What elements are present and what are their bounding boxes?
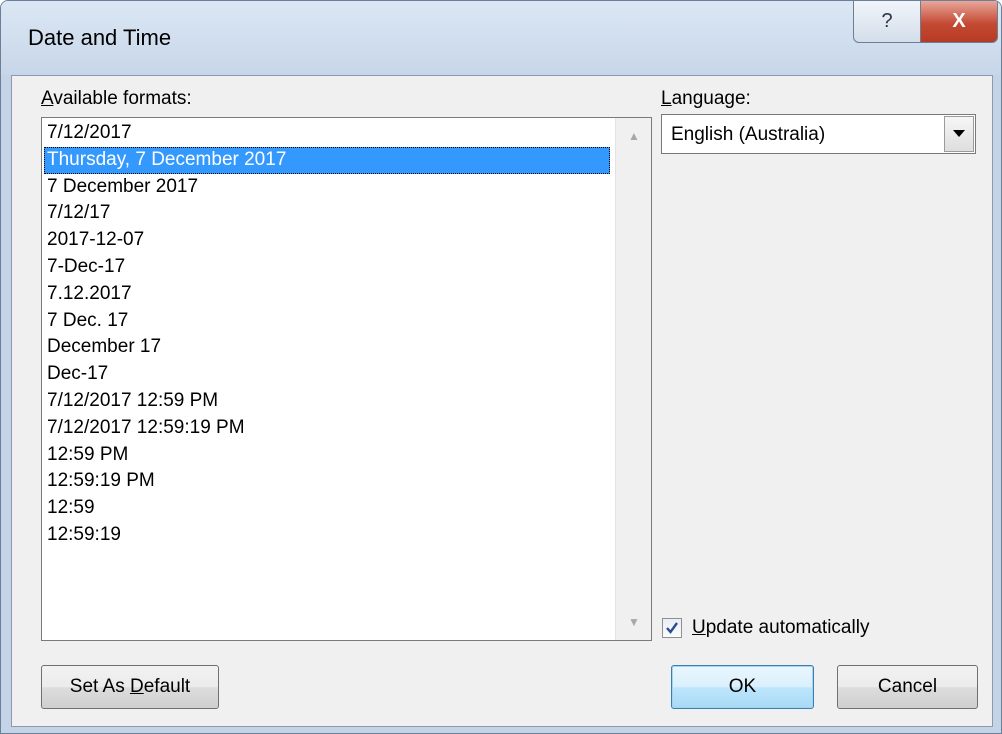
set-as-default-button[interactable]: Set As Default [41, 665, 219, 709]
list-item[interactable]: 7-Dec-17 [44, 254, 610, 281]
chevron-down-icon[interactable] [944, 116, 974, 152]
available-formats-label: Available formats: [41, 88, 192, 109]
close-icon: X [952, 10, 966, 32]
list-item[interactable]: 12:59 PM [44, 442, 610, 469]
list-item[interactable]: 2017-12-07 [44, 227, 610, 254]
help-icon: ? [881, 10, 893, 32]
list-item[interactable]: 7/12/2017 12:59:19 PM [44, 415, 610, 442]
scroll-down-icon[interactable]: ▼ [616, 604, 651, 640]
list-item[interactable]: Thursday, 7 December 2017 [44, 146, 610, 174]
format-items: 7/12/2017 Thursday, 7 December 2017 7 Dece… [44, 120, 610, 549]
list-item[interactable]: 7 Dec. 17 [44, 308, 610, 335]
list-scrollbar[interactable]: ▲ ▼ [615, 118, 651, 640]
list-item[interactable]: Dec-17 [44, 361, 610, 388]
ok-button[interactable]: OK [671, 665, 814, 709]
list-item[interactable]: 12:59 [44, 495, 610, 522]
dialog-title: Date and Time [28, 25, 172, 50]
checkmark-icon [666, 622, 678, 634]
available-formats-list[interactable]: 7/12/2017 Thursday, 7 December 2017 7 Dece… [41, 117, 652, 641]
cancel-button[interactable]: Cancel [837, 665, 978, 709]
language-dropdown[interactable]: English (Australia) [661, 114, 976, 154]
language-value: English (Australia) [671, 124, 826, 145]
scroll-up-icon[interactable]: ▲ [616, 118, 651, 154]
list-item[interactable]: 12:59:19 [44, 522, 610, 549]
list-item[interactable]: 7 December 2017 [44, 174, 610, 201]
list-item[interactable]: December 17 [44, 334, 610, 361]
list-item[interactable]: 7/12/17 [44, 200, 610, 227]
list-item[interactable]: 7/12/2017 12:59 PM [44, 388, 610, 415]
update-automatically-row[interactable]: Update automatically [662, 616, 869, 640]
close-button[interactable]: X [920, 1, 998, 43]
dialog-body: Available formats: 7/12/2017 Thursday, 7 … [11, 75, 993, 727]
update-automatically-label: Update automatically [692, 617, 870, 638]
date-and-time-dialog: Date and Time ? X Available formats: 7/1… [0, 0, 1002, 734]
list-item[interactable]: 12:59:19 PM [44, 468, 610, 495]
update-automatically-checkbox[interactable] [662, 618, 682, 638]
list-item[interactable]: 7/12/2017 [44, 120, 610, 147]
title-bar: Date and Time ? X [1, 1, 1001, 75]
help-button[interactable]: ? [853, 1, 921, 43]
language-label: Language: [661, 88, 751, 109]
list-item[interactable]: 7.12.2017 [44, 281, 610, 308]
